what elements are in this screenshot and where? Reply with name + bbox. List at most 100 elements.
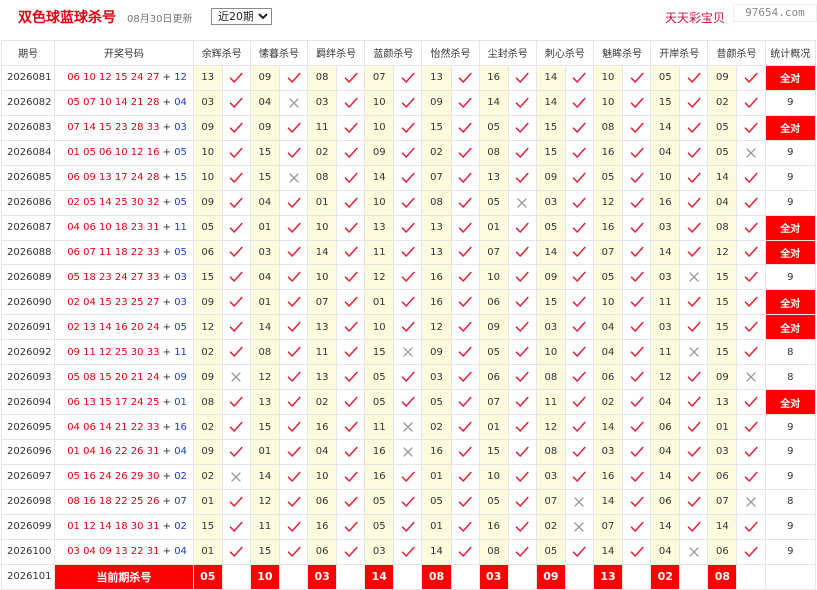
- kill-result: [622, 64, 652, 91]
- kill-number: 01: [364, 289, 395, 316]
- check-icon: [229, 420, 243, 434]
- kill-result: [622, 339, 652, 366]
- kill-number: 03: [535, 189, 566, 216]
- kill-result: [507, 214, 537, 241]
- kill-number: 04: [249, 189, 280, 216]
- kill-result: [221, 339, 251, 366]
- check-icon: [515, 470, 529, 484]
- kill-result: [278, 364, 309, 391]
- check-icon: [744, 270, 758, 284]
- kill-number: 05: [421, 488, 452, 515]
- check-icon: [401, 470, 415, 484]
- kill-result: [450, 289, 480, 316]
- kill-result: [393, 64, 423, 91]
- red-balls: 05 07 10 14 21 28: [67, 97, 160, 109]
- kill-number: 10: [364, 189, 395, 216]
- check-icon: [630, 420, 644, 434]
- red-balls: 07 14 15 23 28 33: [67, 122, 160, 134]
- check-icon: [401, 121, 415, 135]
- kill-number: 05: [535, 214, 566, 241]
- blue-ball: 01: [174, 396, 187, 408]
- check-icon: [630, 320, 644, 334]
- kill-number: 10: [478, 463, 509, 490]
- kill-number: 08: [478, 538, 509, 565]
- check-icon: [572, 370, 587, 384]
- column-header: 魅眸杀号: [592, 40, 652, 66]
- check-icon: [401, 146, 415, 160]
- kill-result: [336, 414, 366, 440]
- red-balls: 06 10 12 15 24 27: [67, 72, 160, 84]
- kill-number: 13: [707, 389, 738, 416]
- kill-result: [221, 214, 251, 241]
- kill-number: 06: [650, 488, 681, 515]
- empty-cell: [764, 563, 817, 590]
- kill-result: [736, 139, 766, 166]
- check-icon: [515, 221, 529, 235]
- check-icon: [229, 221, 243, 235]
- kill-number: 13: [192, 64, 223, 91]
- plus-sign: +: [159, 122, 175, 134]
- check-icon: [344, 96, 358, 110]
- kill-result: [564, 314, 595, 341]
- kill-result: [450, 439, 480, 465]
- draw-numbers: 06 13 15 17 24 25 + 01: [54, 389, 194, 416]
- stat-summary: 9: [764, 139, 817, 166]
- kill-number: 03: [535, 314, 566, 341]
- period-select[interactable]: 近20期: [211, 8, 272, 25]
- check-icon: [630, 470, 644, 484]
- kill-result: [450, 488, 480, 515]
- check-icon: [687, 121, 701, 135]
- kill-number: 11: [650, 289, 681, 316]
- check-icon: [287, 71, 301, 85]
- kill-result: [736, 214, 766, 241]
- kill-result: [507, 414, 537, 440]
- check-icon: [630, 295, 644, 309]
- kill-number: 04: [592, 314, 624, 341]
- check-icon: [229, 445, 243, 459]
- issue-number: 2026085: [0, 164, 56, 191]
- cross-icon: [401, 445, 415, 459]
- blue-ball: 05: [174, 321, 187, 333]
- check-icon: [687, 520, 701, 534]
- kill-number: 15: [421, 114, 452, 141]
- red-balls: 09 11 12 25 30 33: [67, 346, 160, 358]
- check-icon: [287, 295, 301, 309]
- check-icon: [687, 221, 701, 235]
- kill-number: 14: [650, 114, 681, 141]
- check-icon: [687, 71, 701, 85]
- column-header: 刺心杀号: [535, 40, 595, 66]
- check-icon: [401, 221, 415, 235]
- kill-result: [221, 389, 251, 416]
- table-row: 2026089 05 18 23 24 27 33 + 03 15 04 10 12 16 1…: [0, 264, 817, 291]
- kill-number: 12: [592, 189, 624, 216]
- kill-result: [736, 538, 766, 565]
- check-icon: [572, 545, 587, 559]
- kill-number: 03: [421, 364, 452, 391]
- kill-result: [507, 189, 537, 216]
- kill-number: 06: [307, 488, 338, 515]
- blue-ball: 05: [174, 197, 187, 209]
- blue-ball: 07: [174, 496, 187, 508]
- draw-numbers: 02 04 15 23 25 27 + 03: [54, 289, 194, 316]
- check-icon: [344, 146, 358, 160]
- kill-number: 13: [478, 164, 509, 191]
- kill-result: [507, 339, 537, 366]
- check-icon: [401, 270, 415, 284]
- draw-numbers: 05 18 23 24 27 33 + 03: [54, 264, 194, 291]
- draw-numbers: 01 12 14 18 30 31 + 02: [54, 513, 194, 540]
- kill-result: [336, 239, 366, 266]
- check-icon: [229, 71, 243, 85]
- kill-result: [336, 164, 366, 191]
- issue-number: 2026100: [0, 538, 56, 565]
- kill-number: 05: [592, 264, 624, 291]
- column-header: 怡然杀号: [421, 40, 480, 66]
- kill-result: [221, 264, 251, 291]
- kill-number: 06: [707, 538, 738, 565]
- brand-link[interactable]: 天天彩宝贝: [665, 9, 725, 26]
- check-icon: [344, 370, 358, 384]
- kill-result: [564, 364, 595, 391]
- issue-number: 2026089: [0, 264, 56, 291]
- kill-result: [450, 89, 480, 116]
- kill-number: 05: [478, 114, 509, 141]
- kill-result: [393, 389, 423, 416]
